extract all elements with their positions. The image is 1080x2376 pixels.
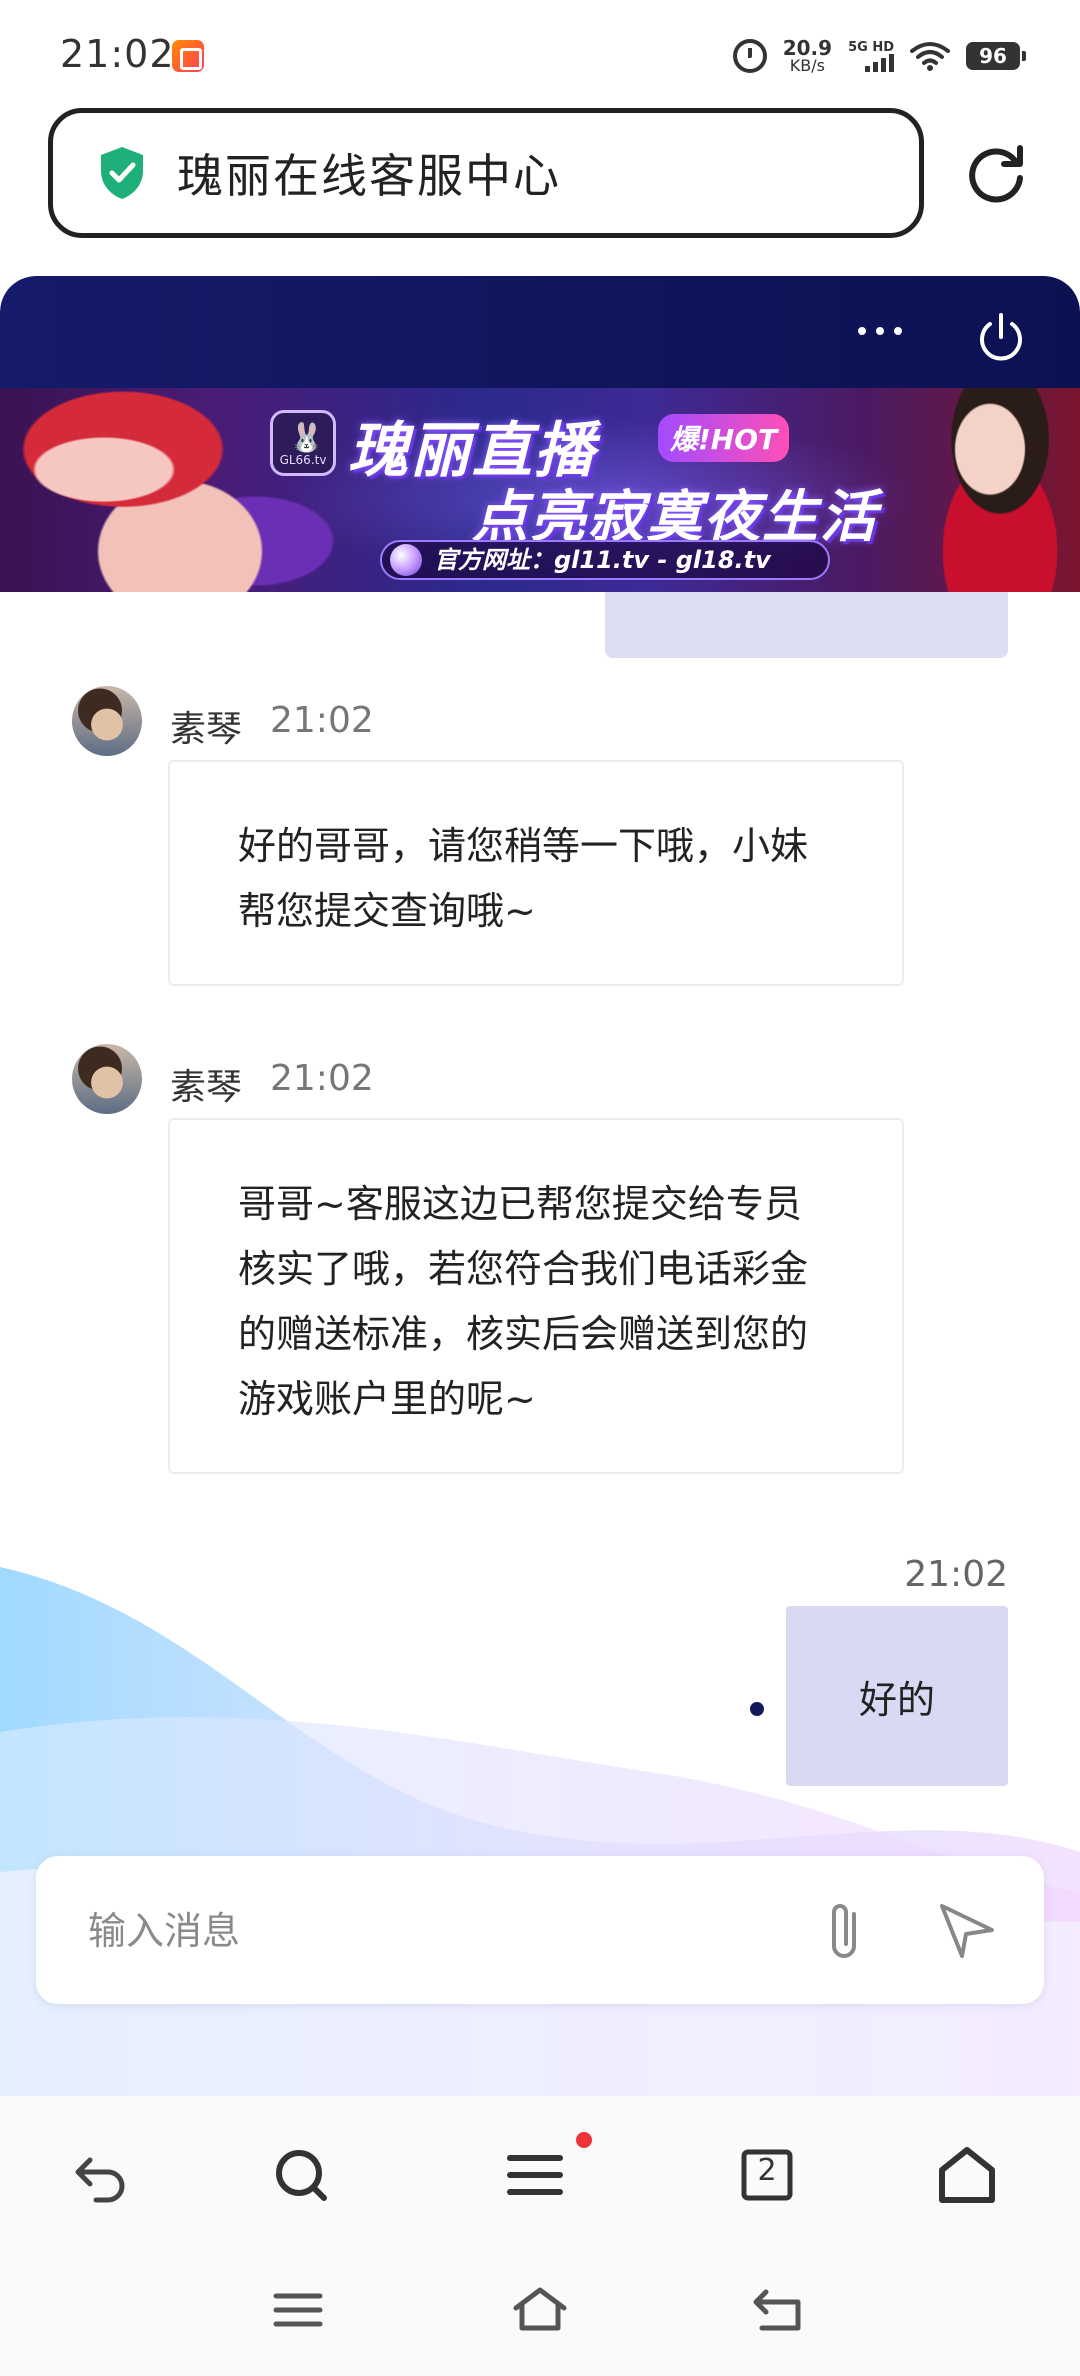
sender-name: 素琴	[170, 1067, 243, 1108]
message-time: 21:02	[270, 1058, 374, 1099]
message-item: 素琴 21:02 好的哥哥，请您稍等一下哦，小妹帮您提交查询哦~	[0, 686, 1080, 1016]
sent-message-item: 21:02 好的	[0, 1554, 1080, 1794]
menu-icon[interactable]	[500, 2140, 570, 2210]
home-icon[interactable]	[932, 2140, 1002, 2210]
sent-status-dot	[750, 1702, 764, 1716]
message-composer	[36, 1856, 1044, 2004]
power-icon[interactable]	[974, 310, 1028, 364]
status-indicators: 20.9 KB/s 5G HD 96	[732, 34, 1026, 78]
back-nav-icon[interactable]	[748, 2282, 808, 2338]
signal-icon: 5G HD	[848, 41, 894, 72]
status-bar: 21:02 20.9 KB/s 5G HD 96	[0, 0, 1080, 110]
banner-figure-right	[900, 388, 1080, 592]
more-icon[interactable]	[850, 316, 910, 346]
chat-header	[0, 276, 1080, 388]
sent-message-bubble: 好的	[786, 1606, 1008, 1786]
message-list[interactable]: 素琴 21:02 好的哥哥，请您稍等一下哦，小妹帮您提交查询哦~ 素琴 21:0…	[0, 592, 1080, 2096]
alarm-icon	[732, 39, 767, 73]
search-icon[interactable]	[266, 2140, 336, 2210]
page-title: 瑰丽在线客服中心	[177, 149, 561, 203]
browser-toolbar: 2	[0, 2096, 1080, 2252]
sender-name: 素琴	[170, 709, 243, 750]
send-icon[interactable]	[936, 1900, 996, 1960]
network-type: 5G HD	[848, 39, 894, 55]
banner-hot-badge: 爆!HOT	[658, 414, 790, 462]
shield-check-icon	[101, 147, 143, 199]
refresh-icon[interactable]	[962, 140, 1030, 208]
message-bubble: 哥哥~客服这边已帮您提交给专员核实了哦，若您符合我们电话彩金的赠送标准，核实后会…	[168, 1118, 904, 1474]
back-icon[interactable]	[66, 2140, 136, 2210]
net-speed-unit: KB/s	[789, 56, 825, 75]
promo-banner[interactable]: GL66.tv 瑰丽直播 爆!HOT 点亮寂寞夜生活 官方网址：gl11.tv …	[0, 388, 1080, 592]
sent-message-time: 21:02	[904, 1554, 1008, 1595]
paperclip-icon[interactable]	[818, 1896, 874, 1966]
message-time: 21:02	[270, 700, 374, 741]
battery-icon: 96	[966, 42, 1026, 70]
address-bar[interactable]: 瑰丽在线客服中心	[48, 108, 924, 238]
message-bubble: 好的哥哥，请您稍等一下哦，小妹帮您提交查询哦~	[168, 760, 904, 986]
status-time: 21:02	[60, 32, 175, 76]
message-input[interactable]	[88, 1896, 788, 1966]
chat-window: GL66.tv 瑰丽直播 爆!HOT 点亮寂寞夜生活 官方网址：gl11.tv …	[0, 276, 1080, 2096]
avatar	[72, 1044, 142, 1114]
banner-website: 官方网址：gl11.tv - gl18.tv	[380, 540, 830, 580]
message-item: 素琴 21:02 哥哥~客服这边已帮您提交给专员核实了哦，若您符合我们电话彩金的…	[0, 1044, 1080, 1504]
wifi-icon	[910, 42, 950, 71]
tabs-icon[interactable]: 2	[732, 2140, 802, 2210]
app-notification-icon	[172, 40, 204, 72]
net-speed-value: 20.9	[782, 36, 833, 60]
avatar	[72, 686, 142, 756]
previous-message-bubble	[605, 592, 1008, 658]
home-nav-icon[interactable]	[510, 2282, 570, 2338]
system-navigation-bar	[0, 2252, 1080, 2376]
menu-notification-dot	[576, 2132, 592, 2148]
recent-apps-icon[interactable]	[268, 2282, 328, 2338]
banner-logo: GL66.tv	[270, 410, 336, 476]
tab-count: 2	[757, 2153, 777, 2188]
net-speed: 20.9 KB/s	[783, 38, 832, 74]
